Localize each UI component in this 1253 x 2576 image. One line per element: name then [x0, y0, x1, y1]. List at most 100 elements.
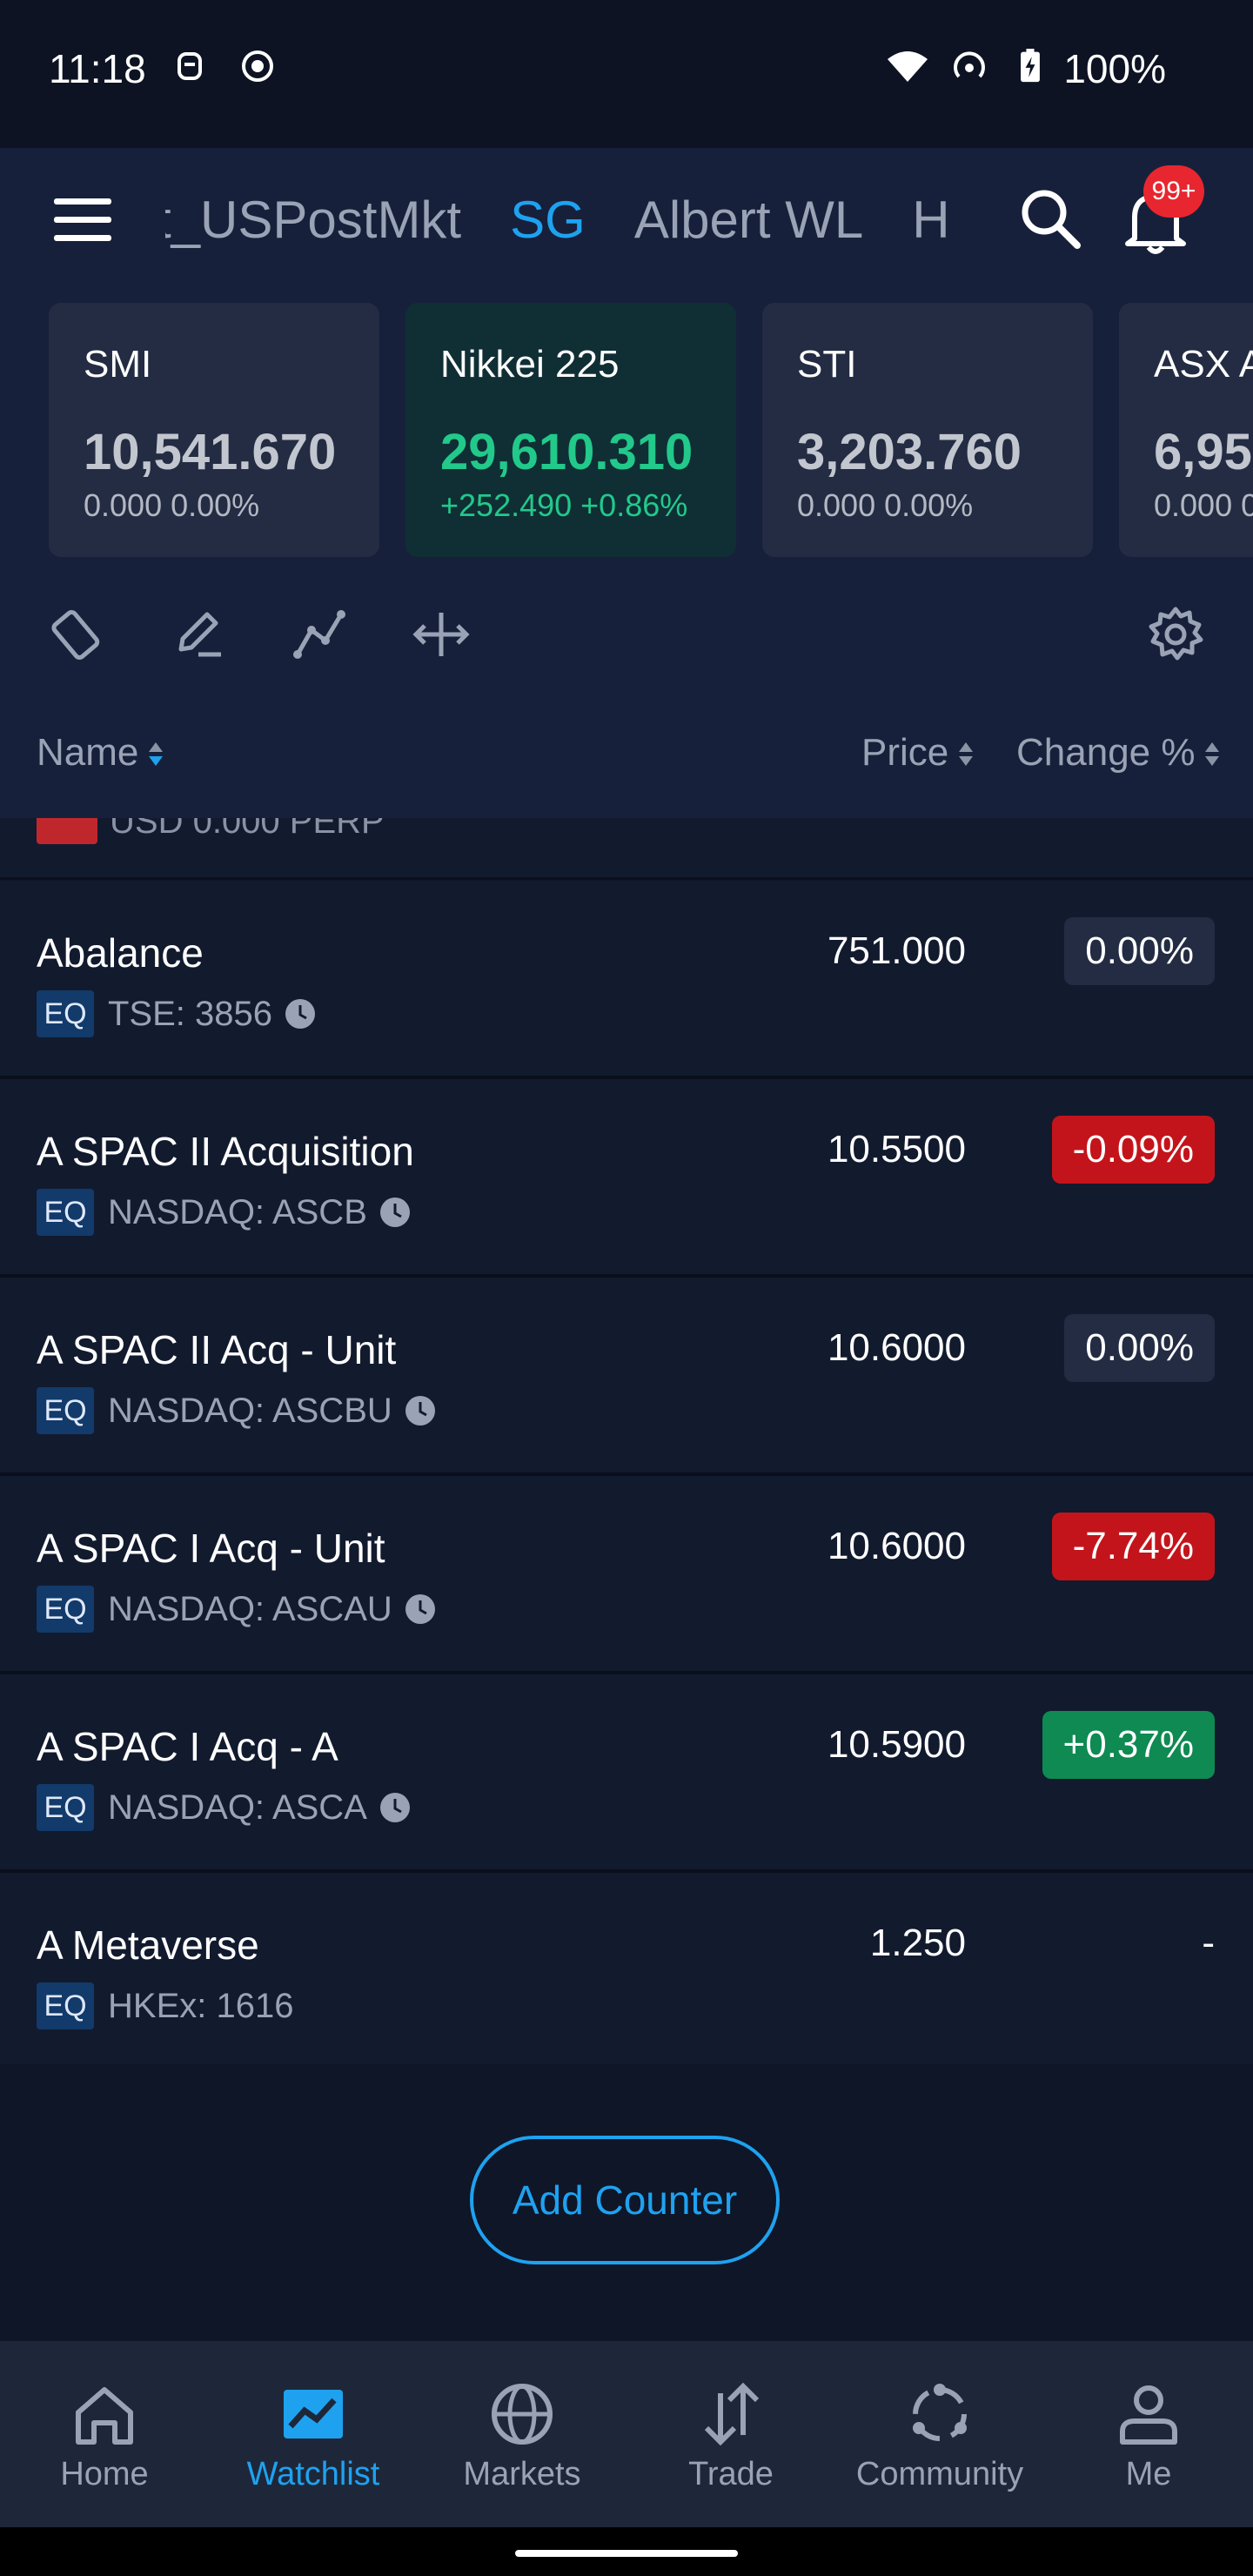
battery-icon: [1021, 49, 1040, 83]
hotspot-icon: [954, 51, 985, 78]
nav-home[interactable]: Home: [0, 2378, 209, 2493]
community-icon: [913, 2384, 967, 2441]
nav-me-label: Me: [1125, 2456, 1172, 2492]
stock-price: 10.6000: [827, 1326, 966, 1369]
type-badge: EQ: [37, 1784, 94, 1831]
index-change: 0.000 0: [1154, 487, 1253, 523]
line-chart-icon[interactable]: [291, 606, 348, 663]
index-price: 6,957: [1154, 424, 1253, 480]
nav-markets-label: Markets: [463, 2456, 581, 2492]
status-time: 11:18: [49, 46, 146, 91]
table-row[interactable]: A SPAC II Acq - Unit EQ NASDAQ: ASCBU 10.…: [0, 1278, 1253, 1476]
nav-community-label: Community: [855, 2456, 1024, 2492]
column-header-price-label: Price: [861, 731, 949, 774]
column-header-change[interactable]: Change %: [1016, 731, 1220, 775]
tab-sg[interactable]: SG: [510, 190, 586, 250]
clock-icon: [379, 1197, 410, 1227]
type-badge: EQ: [37, 990, 94, 1037]
type-badge: EQ: [37, 1982, 94, 2029]
person-icon: [1120, 2385, 1177, 2445]
change-badge: 0.00%: [1064, 1314, 1215, 1382]
nav-community[interactable]: Community: [835, 2378, 1044, 2493]
stock-price: 10.6000: [827, 1525, 966, 1567]
index-price: 3,203.760: [797, 424, 1022, 480]
nav-trade-label: Trade: [688, 2456, 774, 2492]
table-row-partial[interactable]: USD 0.000 PERP: [0, 818, 1253, 880]
column-header-name-label: Name: [37, 731, 139, 774]
nav-markets[interactable]: Markets: [418, 2378, 626, 2493]
table-row[interactable]: A SPAC II Acquisition EQ NASDAQ: ASCB 10.…: [0, 1079, 1253, 1278]
column-header-name[interactable]: Name: [37, 731, 164, 775]
top-navigation: t_USPostMkt SG Albert WL H 99+: [0, 148, 1253, 296]
battery-percent: 100%: [1063, 46, 1166, 91]
exchange-label: USD 0.000 PERP: [110, 818, 385, 841]
home-icon: [76, 2387, 133, 2445]
tab-uspostmkt[interactable]: t_USPostMkt: [165, 190, 461, 250]
change-badge: -: [1202, 1922, 1215, 1964]
stock-price: 1.250: [869, 1922, 966, 1964]
watchlist-table-header: Name Price Change %: [0, 696, 1253, 820]
index-card-sti[interactable]: STI 3,203.760 0.000 0.00%: [762, 303, 1093, 557]
index-change: 0.000 0.00%: [797, 487, 974, 523]
sort-icon: [959, 737, 974, 772]
stock-name: A SPAC II Acquisition: [37, 1129, 414, 1174]
menu-icon[interactable]: [54, 198, 111, 242]
index-change: 0.000 0.00%: [84, 487, 260, 523]
index-card-smi[interactable]: SMI 10,541.670 0.000 0.00%: [49, 303, 379, 557]
table-row[interactable]: Abalance EQ TSE: 3856 751.000 0.00%: [0, 881, 1253, 1079]
status-bar: 11:18 100%: [0, 0, 1253, 148]
search-icon[interactable]: [1016, 184, 1082, 251]
bottom-navigation: Home Watchlist Markets Trade Community M…: [0, 2341, 1253, 2527]
nav-trade[interactable]: Trade: [626, 2378, 835, 2493]
index-name: Nikkei 225: [440, 343, 620, 386]
stock-name: A SPAC I Acq - A: [37, 1724, 338, 1769]
index-price: 29,610.310: [440, 424, 694, 480]
stock-name: A SPAC I Acq - Unit: [37, 1526, 385, 1571]
type-badge: [37, 818, 97, 844]
sort-icon: [1205, 737, 1220, 772]
index-carousel[interactable]: SMI 10,541.670 0.000 0.00% Nikkei 225 29…: [0, 296, 1253, 574]
watchlist-rows[interactable]: USD 0.000 PERP Abalance EQ TSE: 3856 751.…: [0, 818, 1253, 2064]
app-notification-icon: [178, 52, 202, 80]
table-row[interactable]: A SPAC I Acq - A EQ NASDAQ: ASCA 10.5900 …: [0, 1674, 1253, 1873]
nav-watchlist[interactable]: Watchlist: [209, 2378, 418, 2493]
stock-name: Abalance: [37, 930, 204, 976]
index-name: STI: [797, 343, 857, 386]
rotate-screen-icon[interactable]: [49, 606, 106, 663]
index-name: SMI: [84, 343, 152, 386]
change-badge: -7.74%: [1051, 1513, 1215, 1580]
column-header-change-label: Change %: [1016, 731, 1196, 774]
edit-icon[interactable]: [171, 606, 228, 663]
record-icon: [242, 50, 273, 82]
watchlist-tabs: t_USPostMkt SG Albert WL H: [165, 190, 992, 259]
tab-albert-wl[interactable]: Albert WL: [634, 190, 863, 250]
stock-name: A SPAC II Acq - Unit: [37, 1327, 397, 1372]
table-row[interactable]: A SPAC I Acq - Unit EQ NASDAQ: ASCAU 10.6…: [0, 1476, 1253, 1674]
resize-columns-icon[interactable]: [412, 606, 470, 663]
nav-me[interactable]: Me: [1044, 2378, 1253, 2493]
type-badge: EQ: [37, 1387, 94, 1434]
index-card-nikkei[interactable]: Nikkei 225 29,610.310 +252.490 +0.86%: [405, 303, 736, 557]
change-badge: 0.00%: [1064, 917, 1215, 985]
gesture-bar: [0, 2527, 1253, 2576]
index-price: 10,541.670: [84, 424, 337, 480]
settings-gear-icon[interactable]: [1147, 606, 1204, 663]
add-counter-button[interactable]: Add Counter: [470, 2136, 780, 2264]
index-change: +252.490 +0.86%: [440, 487, 688, 523]
index-card-asx[interactable]: ASX A 6,957 0.000 0: [1119, 303, 1253, 557]
tab-h[interactable]: H: [912, 190, 949, 250]
nav-home-label: Home: [60, 2456, 149, 2492]
type-badge: EQ: [37, 1189, 94, 1236]
clock-icon: [405, 1396, 435, 1426]
exchange-label: TSE: 3856: [108, 994, 273, 1033]
home-indicator[interactable]: [515, 2550, 738, 2557]
wifi-icon: [888, 51, 928, 82]
clock-icon: [405, 1594, 435, 1624]
index-name: ASX A: [1154, 343, 1253, 386]
stock-price: 751.000: [827, 929, 966, 972]
column-header-price[interactable]: Price: [861, 731, 974, 775]
table-row[interactable]: A Metaverse EQ HKEx: 1616 1.250 -: [0, 1873, 1253, 2064]
change-badge: +0.37%: [1042, 1711, 1215, 1779]
exchange-label: NASDAQ: ASCAU: [108, 1589, 392, 1628]
exchange-label: NASDAQ: ASCB: [108, 1192, 367, 1231]
